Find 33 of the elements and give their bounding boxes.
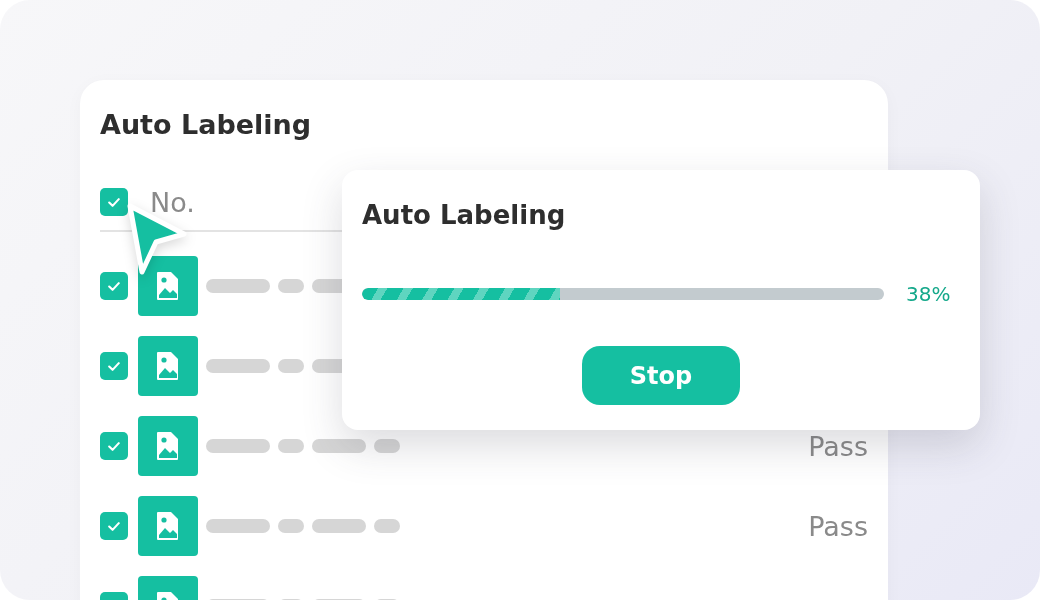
image-file-icon xyxy=(156,351,180,381)
text-placeholder-bar xyxy=(278,359,304,373)
text-placeholder-bar xyxy=(206,359,270,373)
text-placeholder-bar xyxy=(374,439,400,453)
progress-percentage: 38% xyxy=(906,282,951,306)
text-placeholder-bar xyxy=(374,519,400,533)
text-placeholder-bar xyxy=(312,439,366,453)
text-placeholder-bar xyxy=(312,519,366,533)
checkmark-icon xyxy=(108,361,120,371)
image-file-icon xyxy=(156,511,180,541)
card-title: Auto Labeling xyxy=(100,108,313,142)
text-placeholder-bar xyxy=(206,279,270,293)
image-file-icon xyxy=(156,431,180,461)
column-header: No. xyxy=(150,186,195,218)
status-text: Pass xyxy=(808,510,868,542)
checkmark-icon xyxy=(108,281,120,291)
checkmark-icon xyxy=(108,521,120,531)
text-placeholder-bar xyxy=(278,279,304,293)
checkmark-icon xyxy=(108,197,120,207)
text-placeholder-bar xyxy=(206,439,270,453)
text-placeholder-bar xyxy=(278,439,304,453)
stop-button[interactable]: Stop xyxy=(582,346,740,405)
row-checkbox[interactable] xyxy=(100,352,128,380)
row-checkbox[interactable] xyxy=(100,272,128,300)
row-checkbox[interactable] xyxy=(100,432,128,460)
text-placeholder-bar xyxy=(278,519,304,533)
dialog-title: Auto Labeling xyxy=(362,199,567,232)
status-text: Pass xyxy=(808,430,868,462)
select-all-checkbox[interactable] xyxy=(100,188,128,216)
checkmark-icon xyxy=(108,441,120,451)
text-placeholder-bar xyxy=(206,519,270,533)
row-checkbox[interactable] xyxy=(100,512,128,540)
image-file-icon xyxy=(156,271,180,301)
